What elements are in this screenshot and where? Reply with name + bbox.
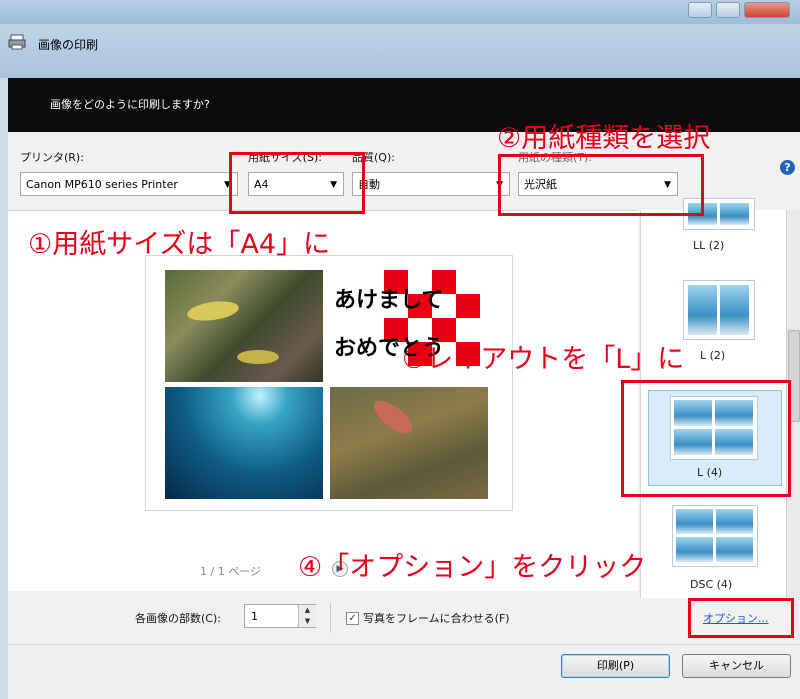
photo-reef-fish [330,387,488,499]
page-indicator: 1 / 1 ページ [200,565,261,578]
highlight-paper-size [229,152,365,214]
layout-cell [676,537,713,562]
photo-underwater-light [165,387,323,499]
header-question: 画像をどのように印刷しますか? [50,98,210,111]
layout-cell [720,203,749,225]
printer-icon [8,34,26,50]
fish-shape [186,298,240,324]
highlight-options [688,598,794,638]
copies-label: 各画像の部数(C): [135,612,221,625]
card-text-line1: あけまして [334,287,444,313]
annotation-step3: ③レイアウトを「L」に [402,344,685,375]
annotation-step4: ④「オプション」をクリック [298,552,647,583]
layout-thumb-l2[interactable] [683,280,755,340]
layout-cell [676,509,713,534]
layout-cell [720,285,749,335]
layout-label-ll: LL (2) [693,239,725,252]
highlight-paper-type [498,154,704,216]
minimize-button[interactable] [688,2,712,18]
layout-cell [716,509,753,534]
printer-select[interactable]: Canon MP610 series Printer ▼ [20,172,238,196]
print-button[interactable]: 印刷(P) [561,654,670,678]
layout-label-dsc: DSC (4) [690,578,733,591]
fit-to-frame-label: 写真をフレームに合わせる(F) [363,612,510,625]
checker-square [456,294,480,318]
quality-select[interactable]: 自動 ▼ [352,172,510,196]
layout-cell [716,537,753,562]
fish-shape [368,394,418,440]
copies-spinner[interactable]: ▲ ▼ [298,605,316,627]
fish-shape [237,350,279,364]
layout-cell [688,285,717,335]
cancel-button[interactable]: キャンセル [682,654,791,678]
layout-label-l2: L (2) [700,349,726,362]
printer-value: Canon MP610 series Printer [26,178,178,191]
window-title: 画像の印刷 [38,38,99,52]
highlight-layout-l [621,380,791,497]
printer-label: プリンタ(R): [20,151,84,164]
layout-thumb-dsc[interactable] [672,505,758,567]
fit-to-frame-checkbox[interactable]: ✓ [346,612,359,625]
background-window-strip [0,0,800,24]
divider [330,603,331,633]
annotation-step1: ①用紙サイズは「A4」に [28,229,331,260]
photo-fish [165,270,323,382]
maximize-button[interactable] [716,2,740,18]
annotation-step2: ②用紙種類を選択 [497,123,711,154]
help-icon[interactable]: ? [780,160,795,175]
close-button[interactable] [744,2,790,18]
